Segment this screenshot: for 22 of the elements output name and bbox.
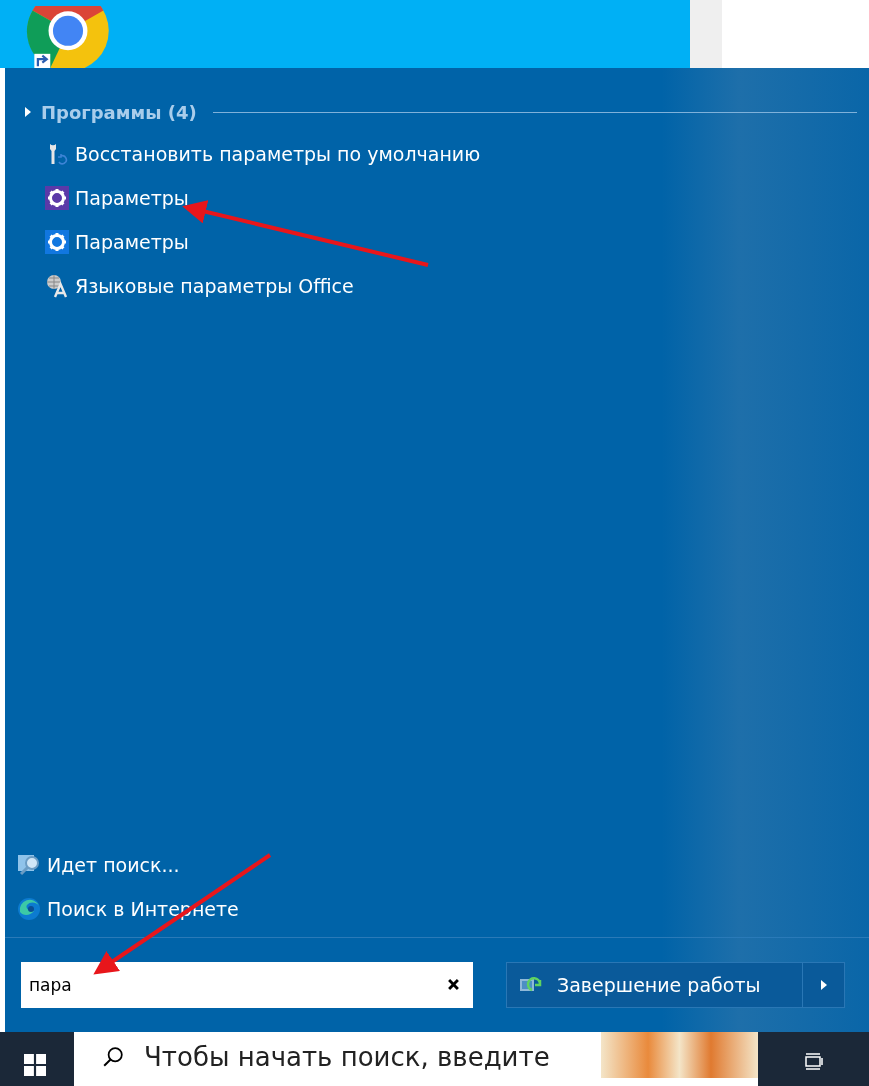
result-item[interactable]: Языковые параметры Office [25,264,354,308]
start-button[interactable] [24,1054,46,1076]
taskbar-search-field[interactable]: Чтобы начать поиск, введите [74,1032,758,1086]
result-item[interactable]: Идет поиск... [17,843,180,887]
group-heading[interactable]: Программы (4) [41,101,197,123]
gear-icon [45,186,69,210]
magnifier-icon [17,853,41,877]
gear-icon [45,230,69,254]
browser-icon [17,897,41,921]
shutdown-button[interactable]: Завершение работы [506,962,803,1008]
search-field[interactable]: пара [21,962,473,1008]
shutdown-icon [519,976,543,994]
clear-icon[interactable] [448,979,459,990]
result-item[interactable]: Параметры [25,220,189,264]
result-item[interactable]: Восстановить параметры по умолчанию [25,132,481,176]
globe-letter-icon [45,274,69,298]
task-view-icon[interactable] [804,1052,824,1072]
scrollbar [690,0,722,68]
result-item[interactable]: Параметры [25,176,189,220]
search-icon [102,1046,124,1068]
expand-triangle-icon[interactable] [25,107,31,117]
caret-icon [820,980,827,990]
